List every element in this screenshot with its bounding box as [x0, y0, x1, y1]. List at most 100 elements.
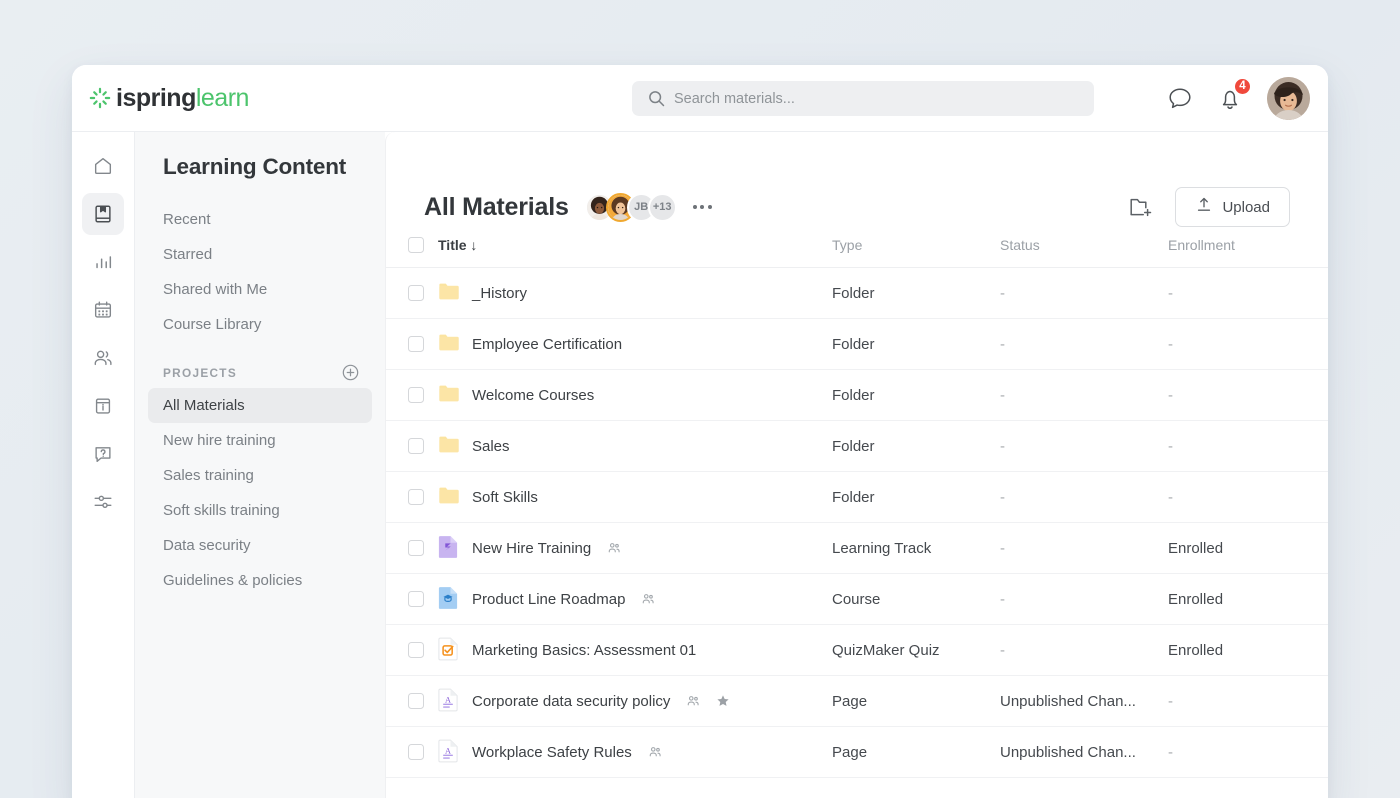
folder-icon: [438, 280, 460, 306]
column-header-status[interactable]: Status: [1000, 237, 1168, 268]
rail-item-calendar[interactable]: [82, 289, 124, 331]
sidebar-item-course-library[interactable]: Course Library: [135, 307, 385, 342]
table-row[interactable]: A Workplace Safety Rules Page Unpublished C…: [386, 726, 1328, 778]
row-title-cell: Product Line Roadmap: [438, 573, 832, 625]
table-row[interactable]: Product Line Roadmap Course - Enrolled: [386, 573, 1328, 625]
book-icon: [92, 203, 114, 225]
upload-button[interactable]: Upload: [1175, 187, 1290, 227]
projects-label: PROJECTS: [163, 365, 237, 380]
row-title-cell: _History: [438, 267, 832, 319]
select-all-checkbox[interactable]: [408, 237, 424, 253]
chat-bubble-icon[interactable]: [1167, 86, 1193, 112]
row-checkbox[interactable]: [408, 693, 424, 709]
row-type-cell: Folder: [832, 267, 1000, 319]
table-header: Title ↓ Type Status Enrollment: [386, 237, 1328, 268]
row-select-cell: [386, 369, 438, 421]
sidebar-project-sales-training[interactable]: Sales training: [148, 458, 372, 493]
bell-icon[interactable]: 4: [1217, 76, 1252, 112]
shared-icon[interactable]: [686, 694, 700, 708]
row-checkbox[interactable]: [408, 285, 424, 301]
column-header-type[interactable]: Type: [832, 237, 1000, 268]
table-row[interactable]: Employee Certification Folder - -: [386, 318, 1328, 370]
collaborator-avatars: JB +13: [584, 192, 677, 222]
shared-icon[interactable]: [607, 541, 621, 555]
rail-item-home[interactable]: [82, 145, 124, 187]
sidebar-project-all-materials[interactable]: All Materials: [148, 388, 372, 423]
table-row[interactable]: Marketing Basics: Assessment 01 QuizMaker…: [386, 624, 1328, 676]
row-status-cell: Unpublished Chan...: [1000, 675, 1168, 727]
row-title-label: Sales: [472, 437, 510, 455]
table-row[interactable]: Sales Folder - -: [386, 420, 1328, 472]
table-row[interactable]: Soft Skills Folder - -: [386, 471, 1328, 523]
ispring-sunburst-icon: [89, 87, 111, 109]
content-header: All Materials JB +13 Upload: [386, 132, 1328, 237]
table-row[interactable]: Welcome Courses Folder - -: [386, 369, 1328, 421]
folder-icon: [438, 484, 460, 510]
row-checkbox[interactable]: [408, 540, 424, 556]
row-checkbox[interactable]: [408, 642, 424, 658]
row-checkbox[interactable]: [408, 744, 424, 760]
rail-item-settings[interactable]: [82, 481, 124, 523]
sidebar-item-starred[interactable]: Starred: [135, 237, 385, 272]
table-header-row: Title ↓ Type Status Enrollment: [386, 237, 1328, 268]
home-icon: [92, 155, 114, 177]
row-status-cell: -: [1000, 420, 1168, 472]
rail-item-help[interactable]: [82, 433, 124, 475]
row-status-cell: -: [1000, 573, 1168, 625]
row-status-cell: Unpublished Chan...: [1000, 726, 1168, 778]
row-type-cell: Folder: [832, 369, 1000, 421]
rail-item-reports[interactable]: [82, 241, 124, 283]
quiz-icon: [438, 637, 460, 663]
row-enrollment-cell: -: [1168, 471, 1328, 523]
app-logo[interactable]: ispringlearn: [89, 84, 249, 113]
sidebar-item-shared-with-me[interactable]: Shared with Me: [135, 272, 385, 307]
row-select-cell: [386, 522, 438, 574]
row-type-cell: Learning Track: [832, 522, 1000, 574]
row-checkbox[interactable]: [408, 387, 424, 403]
row-enrollment-cell: -: [1168, 420, 1328, 472]
row-status-cell: -: [1000, 624, 1168, 676]
user-avatar[interactable]: [1267, 77, 1310, 120]
row-type-cell: Folder: [832, 318, 1000, 370]
table-row[interactable]: _History Folder - -: [386, 267, 1328, 319]
shared-icon[interactable]: [648, 745, 662, 759]
calendar-icon: [92, 299, 114, 321]
star-icon[interactable]: [716, 694, 730, 708]
sidebar: Learning Content Recent Starred Shared w…: [135, 132, 385, 798]
row-title-cell: New Hire Training: [438, 522, 832, 574]
row-status-cell: -: [1000, 369, 1168, 421]
row-title-cell: Marketing Basics: Assessment 01: [438, 624, 832, 676]
plus-circle-icon[interactable]: [342, 364, 359, 381]
ellipsis-icon[interactable]: [692, 205, 712, 209]
svg-text:A: A: [445, 696, 451, 705]
row-checkbox[interactable]: [408, 591, 424, 607]
column-header-enrollment[interactable]: Enrollment: [1168, 237, 1328, 268]
rail-item-learning-content[interactable]: [82, 193, 124, 235]
new-folder-icon[interactable]: [1129, 196, 1153, 218]
sidebar-project-new-hire-training[interactable]: New hire training: [148, 423, 372, 458]
row-status-cell: -: [1000, 522, 1168, 574]
sidebar-item-recent[interactable]: Recent: [135, 202, 385, 237]
rail-item-users[interactable]: [82, 337, 124, 379]
info-box-icon: [92, 395, 114, 417]
sidebar-project-data-security[interactable]: Data security: [148, 528, 372, 563]
row-type-cell: Page: [832, 675, 1000, 727]
row-checkbox[interactable]: [408, 438, 424, 454]
rail-item-info[interactable]: [82, 385, 124, 427]
row-checkbox[interactable]: [408, 336, 424, 352]
search-input[interactable]: [632, 81, 1094, 116]
table-row[interactable]: New Hire Training Learning Track - Enrolled: [386, 522, 1328, 574]
row-title-label: Soft Skills: [472, 488, 538, 506]
row-title-label: _History: [472, 284, 528, 302]
sidebar-project-guidelines-policies[interactable]: Guidelines & policies: [148, 563, 372, 598]
table-row[interactable]: A Corporate data security policy Page Unpub…: [386, 675, 1328, 727]
row-checkbox[interactable]: [408, 489, 424, 505]
row-type-cell: QuizMaker Quiz: [832, 624, 1000, 676]
shared-icon[interactable]: [641, 592, 655, 606]
folder-icon: [438, 382, 460, 408]
row-title-cell: A Workplace Safety Rules: [438, 726, 832, 778]
column-header-title[interactable]: Title ↓: [438, 237, 832, 268]
sidebar-project-soft-skills-training[interactable]: Soft skills training: [148, 493, 372, 528]
sort-arrow-icon: ↓: [470, 237, 478, 253]
avatar-overflow-count[interactable]: +13: [647, 192, 677, 222]
